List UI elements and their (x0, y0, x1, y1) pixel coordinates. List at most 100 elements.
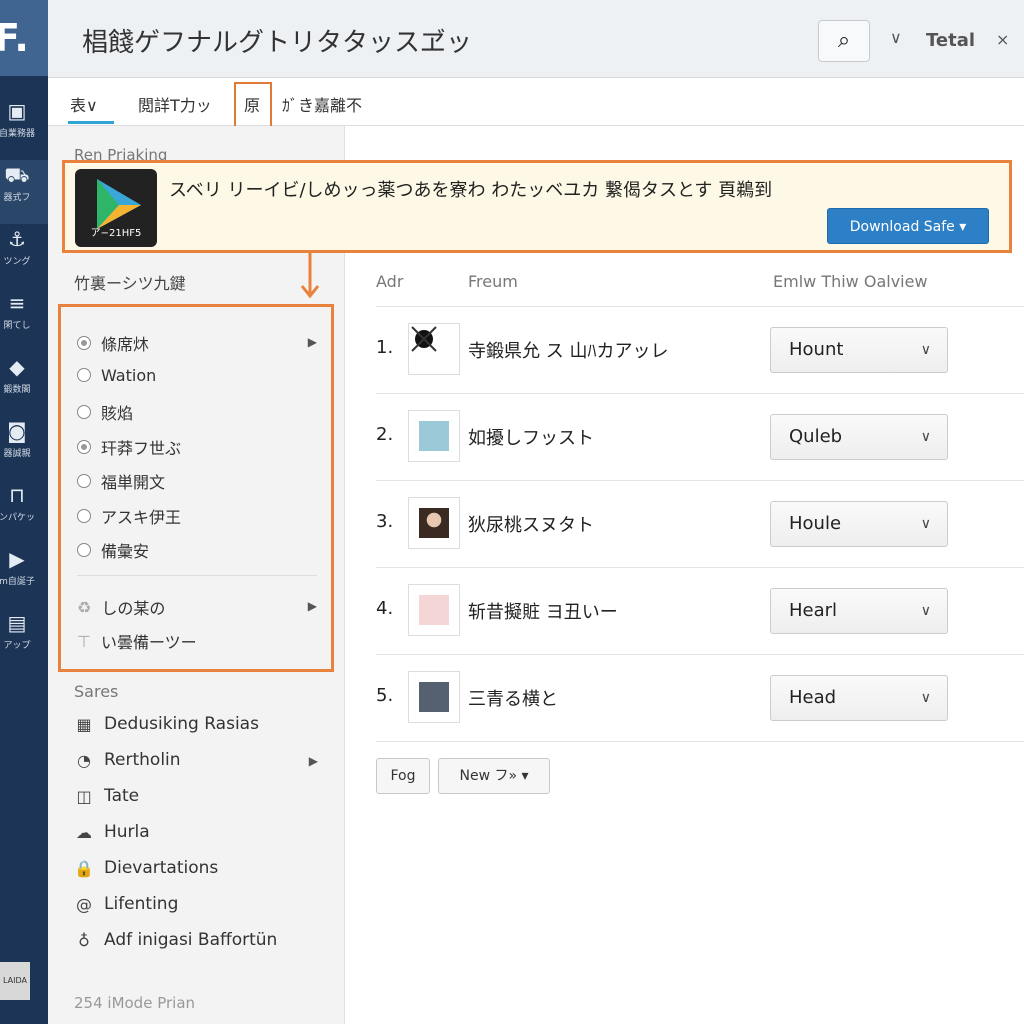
radio-button[interactable] (77, 439, 91, 454)
rail-item[interactable]: ⛟ 器式フ (0, 160, 48, 224)
thumbnail-image (408, 410, 460, 462)
submenu-arrow-icon: ▶ (307, 599, 317, 613)
rail-item[interactable]: ◙ 器誠親 (0, 416, 48, 480)
chevron-down-icon: ∨ (920, 603, 931, 619)
sidebar-item-label: Tate (104, 786, 140, 806)
section-label: 竹裏ーシツ九鍵 (74, 274, 186, 293)
select-value: Hearl (789, 600, 838, 621)
recycle-icon: ♻ (77, 597, 92, 617)
row-select[interactable]: Hount ∨ (770, 327, 948, 373)
rail-item[interactable]: ◆ 鍛数閣 (0, 352, 48, 416)
app-logo: F. (0, 0, 48, 76)
radio-option[interactable]: 條席炑 (77, 331, 149, 355)
radio-option[interactable]: Wation (77, 366, 156, 385)
rail-item[interactable]: ▣ 自業務器 (0, 96, 48, 160)
truck-icon: ⛟ (4, 163, 30, 187)
at-icon: @ (76, 894, 92, 914)
row-name: 三青る横と (468, 689, 558, 710)
table-row[interactable]: 3. 狄尿桃スヌタト Houle ∨ (376, 481, 1024, 568)
radio-option[interactable]: 備彙安 (77, 538, 149, 562)
rail-item-label: m自誕子 (0, 577, 35, 587)
tab-2[interactable]: 閲詳T力ッ (138, 92, 212, 116)
radio-option[interactable]: 福単開文 (77, 469, 165, 493)
header-total[interactable]: Tetal (926, 30, 975, 51)
radio-button[interactable] (77, 508, 91, 523)
rail-item[interactable]: ⚓ ツング (0, 224, 48, 288)
rail-item[interactable]: ≡ 閑てし (0, 288, 48, 352)
rail-item[interactable]: ⊓ ンパケッ (0, 480, 48, 544)
download-button[interactable]: Download Safe ▾ (827, 208, 989, 244)
option-label: 備彙安 (101, 542, 150, 561)
footer-text: 254 iMode Prian (74, 994, 196, 1012)
rail-item-label: ツング (3, 257, 31, 267)
list-item[interactable]: ⊤ い曇備ーツー (77, 629, 197, 653)
radio-option[interactable]: アスキ伊王 (77, 504, 181, 528)
row-number: 1. (376, 337, 394, 358)
chevron-down-icon[interactable]: ∨ (890, 28, 902, 47)
sidebar-item[interactable]: ☁ Hurla (74, 822, 150, 842)
table-row[interactable]: 1. 寺鍛県允 ス 山ﾊカアッレ Hount ∨ (376, 307, 1024, 394)
anchor-icon: ⚓ (8, 227, 26, 251)
row-number: 2. (376, 424, 394, 445)
fog-button[interactable]: Fog (376, 758, 430, 794)
options-list: 條席炑 ▶ Wation 賅焰玕莽フ世ぶ福単開文アスキ伊王備彙安 ♻ しの某の ▶ ⊤ い… (58, 304, 334, 672)
left-rail: F. ▣ 自業務器 ⛟ 器式フ ⚓ ツング ≡ 閑てし ◆ 鍛数閣 ◙ 器誠親 ⊓ ンパケッ ▶ m自誕子 ▤ ア… (0, 0, 48, 1024)
sidebar-item[interactable]: @ Lifenting (74, 894, 178, 914)
row-number: 3. (376, 511, 394, 532)
list-item-label: い曇備ーツー (100, 633, 197, 652)
sidebar-item[interactable]: 🔒 Dievartations (74, 858, 218, 878)
row-select[interactable]: Quleb ∨ (770, 414, 948, 460)
submenu-arrow-icon: ▶ (307, 335, 317, 349)
highlight-box (234, 82, 272, 128)
tab-4[interactable]: ｶﾞき嘉離不 (282, 92, 362, 116)
table-row[interactable]: 4. 斩昔擬賍 ヨ丑いー Hearl ∨ (376, 568, 1024, 655)
page-title: 椙餞ゲフナルグトリタタッスヹッ (82, 28, 473, 58)
rail-item[interactable]: ▤ アップ (0, 608, 48, 672)
table-row[interactable]: 2. 如擾しフッスト Quleb ∨ (376, 394, 1024, 481)
row-name: 如擾しフッスト (468, 428, 594, 449)
search-button[interactable]: ⌕ (818, 20, 870, 62)
row-select[interactable]: Houle ∨ (770, 501, 948, 547)
new-dropdown-button[interactable]: New フ» ▾ (438, 758, 550, 794)
tab-1[interactable]: 表∨ (70, 92, 98, 116)
radio-option[interactable]: 玕莽フ世ぶ (77, 435, 181, 459)
section-label: Sares (74, 682, 119, 701)
list-icon: ≡ (8, 291, 26, 315)
radio-button[interactable] (77, 336, 91, 350)
table-row[interactable]: 5. 三青る横と Head ∨ (376, 655, 1024, 742)
radio-button[interactable] (77, 405, 91, 419)
sidebar-item[interactable]: ◔ Rertholin (74, 750, 181, 770)
bulb-icon: ♁ (78, 930, 90, 950)
column-header: Adr (376, 272, 404, 291)
sidebar-item-label: Dedusiking Rasias (104, 714, 259, 734)
option-label: 福単開文 (101, 473, 166, 492)
list-item[interactable]: ♻ しの某の (77, 595, 165, 619)
radio-button[interactable] (77, 543, 91, 557)
sidebar-item[interactable]: ▦ Dedusiking Rasias (74, 714, 259, 734)
arrow-up-icon: ⊤ (77, 631, 91, 651)
rail-bottom-badge[interactable]: LAIDA (0, 962, 30, 1000)
radio-option[interactable]: 賅焰 (77, 400, 133, 424)
download-banner: ア−21HF5 スベリ リーイビ/しめッっ薬つあを寮わ わたッベユカ 繋偈タスと… (62, 160, 1012, 253)
select-value: Hount (789, 339, 844, 360)
sidebar-item-label: Dievartations (104, 858, 219, 878)
sidebar-item[interactable]: ♁ Adf inigasi Baffortün (74, 930, 277, 950)
rail-item-label: ンパケッ (0, 513, 35, 523)
search-icon: ⌕ (837, 28, 851, 53)
rail-item[interactable]: ▶ m自誕子 (0, 544, 48, 608)
rail-item-label: アップ (3, 641, 31, 651)
sidebar-item[interactable]: ◫ Tate (74, 786, 139, 806)
thumbnail-image (408, 584, 460, 636)
file-icon: ▤ (7, 611, 27, 635)
close-icon[interactable]: ⨯ (996, 30, 1009, 49)
arrow-down-icon (300, 252, 320, 299)
radio-button[interactable] (77, 368, 91, 382)
rail-item-label: 鍛数閣 (3, 385, 31, 395)
column-header: Emlw Thiw Oalview (773, 272, 928, 291)
option-label: 條席炑 (101, 335, 150, 354)
select-value: Head (789, 687, 837, 708)
select-value: Quleb (789, 426, 843, 447)
radio-button[interactable] (77, 474, 91, 488)
row-select[interactable]: Hearl ∨ (770, 588, 948, 634)
row-select[interactable]: Head ∨ (770, 675, 948, 721)
